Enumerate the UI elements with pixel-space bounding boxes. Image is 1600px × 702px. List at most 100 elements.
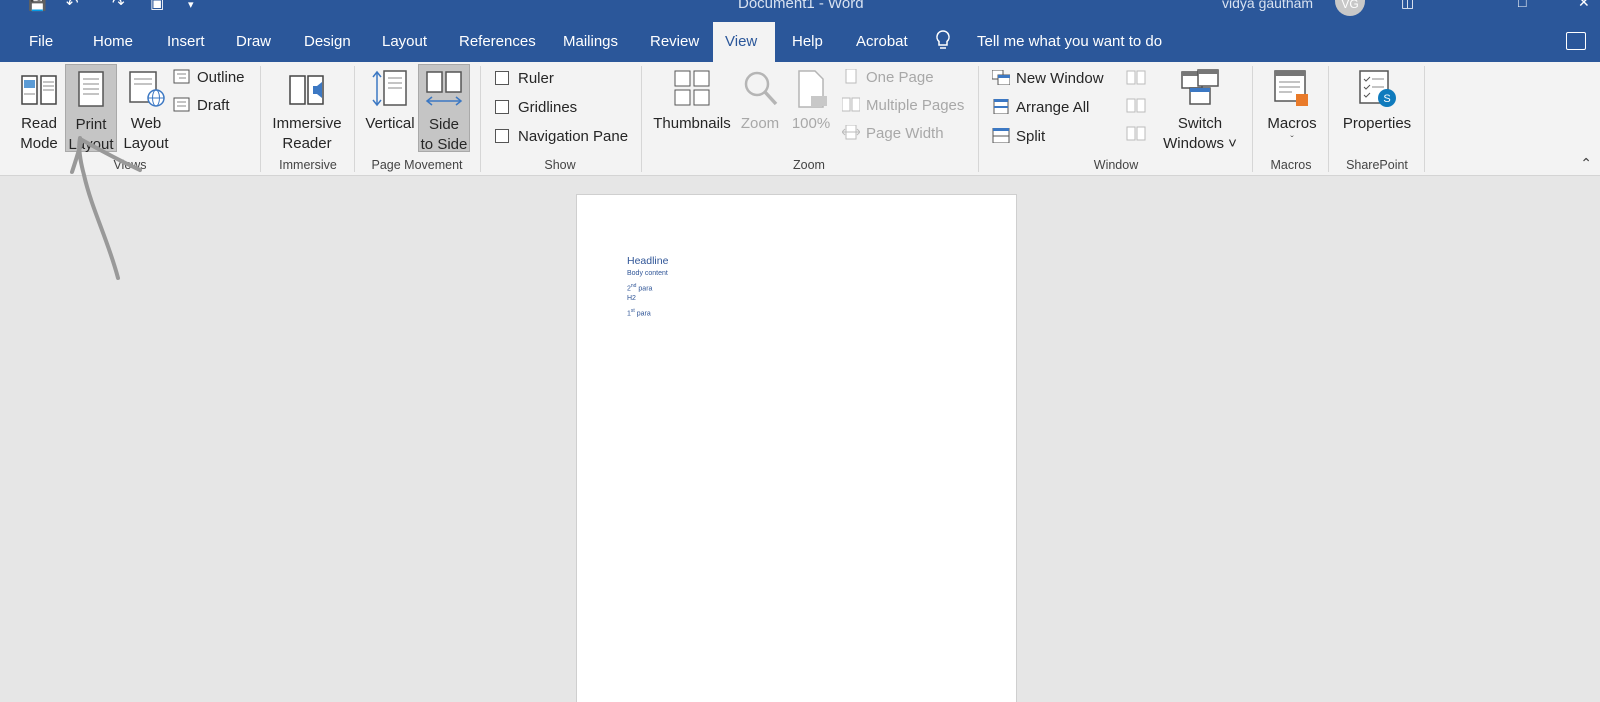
draft-label: Draft (197, 97, 230, 114)
tab-review[interactable]: Review (638, 22, 711, 62)
doc-headline[interactable]: Headline (627, 255, 668, 267)
redo-icon[interactable]: ↷ (112, 0, 125, 12)
immersive-reader-button[interactable]: Immersive Reader (270, 64, 344, 154)
ribbon-display-options-icon[interactable]: ◫ (1401, 0, 1414, 11)
tell-me-search[interactable]: Tell me what you want to do (977, 22, 1162, 62)
page-width-button[interactable]: Page Width (841, 123, 944, 145)
split-button[interactable]: Split (992, 126, 1045, 148)
one-page-button[interactable]: One Page (842, 67, 934, 89)
svg-text:S: S (1383, 93, 1390, 105)
gridlines-check[interactable] (495, 100, 509, 114)
tab-references[interactable]: References (447, 22, 548, 62)
tab-acrobat[interactable]: Acrobat (844, 22, 920, 62)
properties-button[interactable]: S Properties (1334, 64, 1420, 134)
thumbnails-button[interactable]: Thumbnails (652, 64, 732, 134)
tab-layout[interactable]: Layout (370, 22, 439, 62)
web-layout-label: Web (130, 115, 162, 132)
comments-icon[interactable] (1566, 32, 1586, 50)
outline-button[interactable]: Outline (173, 67, 245, 89)
tab-mailings[interactable]: Mailings (551, 22, 630, 62)
split-label: Split (1016, 128, 1046, 145)
view-side-by-side-icon[interactable] (1126, 70, 1146, 91)
web-page-icon (126, 68, 166, 110)
print-preview-icon[interactable]: ▣ (150, 0, 164, 12)
zoom-100-button[interactable]: 100% (788, 64, 834, 134)
macros-button[interactable]: Macros ˇ (1260, 64, 1324, 148)
avatar[interactable]: VG (1335, 0, 1365, 16)
print-layout-button[interactable]: Print Layout (65, 64, 117, 153)
undo-icon[interactable]: ↶ (66, 0, 79, 12)
title-bar: 💾 ↶ ↷ ▣ ▾ Document1 - Word vidya gautham… (0, 0, 1600, 22)
tab-insert[interactable]: Insert (155, 22, 217, 62)
one-page-label: One Page (866, 69, 934, 86)
save-icon[interactable]: 💾 (28, 0, 47, 12)
group-label-zoom: Zoom (793, 158, 825, 172)
doc-h2[interactable]: H2 (627, 295, 636, 302)
page-width-icon (841, 124, 861, 140)
document-page[interactable]: Headline Body content 2nd para H2 1st pa… (576, 194, 1017, 702)
draft-button[interactable]: Draft (173, 95, 230, 117)
zoom-label: Zoom (740, 115, 780, 132)
page-icon (71, 69, 111, 111)
group-separator (1328, 66, 1329, 172)
web-layout-label-2: Layout (123, 135, 169, 152)
vertical-scroll-icon (370, 68, 410, 110)
multiple-pages-label: Multiple Pages (866, 97, 965, 114)
doc-first-para[interactable]: 1st para (627, 308, 651, 317)
multiple-pages-button[interactable]: Multiple Pages (841, 95, 965, 117)
group-label-show: Show (544, 158, 576, 172)
new-window-button[interactable]: New Window (991, 68, 1104, 90)
navigation-pane-check[interactable] (495, 129, 509, 143)
macros-label: Macros (1267, 115, 1317, 132)
ruler-checkbox[interactable]: Ruler (495, 68, 554, 90)
web-layout-button[interactable]: Web Layout (120, 64, 172, 154)
side-to-side-label-2: to Side (420, 136, 468, 153)
print-layout-label: Print (75, 116, 107, 133)
zoom-button[interactable]: Zoom (736, 64, 784, 134)
properties-icon: S (1357, 68, 1397, 110)
tab-file[interactable]: File (17, 22, 65, 62)
ribbon-view: Read Mode Print Layout Web Layout Outlin… (0, 62, 1600, 176)
tab-design[interactable]: Design (292, 22, 363, 62)
switch-windows-button[interactable]: Switch Windows ˅ (1160, 64, 1240, 154)
book-icon (19, 68, 59, 110)
navigation-pane-checkbox[interactable]: Navigation Pane (495, 126, 628, 148)
group-separator (354, 66, 355, 172)
tab-help[interactable]: Help (780, 22, 835, 62)
arrange-all-label: Arrange All (1016, 99, 1090, 116)
synchronous-scrolling-icon[interactable] (1126, 98, 1146, 119)
close-icon[interactable]: ✕ (1578, 0, 1590, 11)
group-label-page-movement: Page Movement (371, 158, 463, 172)
tab-view[interactable]: View (713, 22, 775, 62)
immersive-reader-icon (287, 68, 327, 110)
user-name[interactable]: vidya gautham (1222, 0, 1313, 11)
read-mode-button[interactable]: Read Mode (14, 64, 64, 154)
read-mode-label: Read (21, 115, 57, 132)
gridlines-checkbox[interactable]: Gridlines (495, 97, 577, 119)
tab-draw[interactable]: Draw (224, 22, 283, 62)
vertical-button[interactable]: Vertical (364, 64, 416, 134)
maximize-icon[interactable]: □ (1518, 0, 1526, 10)
ribbon-tab-bar: File Home Insert Draw Design Layout Refe… (0, 22, 1600, 62)
group-label-window: Window (1093, 158, 1139, 172)
new-window-label: New Window (1016, 70, 1104, 87)
macros-dropdown-icon: ˇ (1290, 135, 1294, 146)
navigation-pane-label: Navigation Pane (518, 128, 629, 145)
collapse-ribbon-icon[interactable]: ⌃ (1580, 155, 1592, 172)
reset-window-position-icon[interactable] (1126, 126, 1146, 147)
doc-second-para[interactable]: 2nd para (627, 283, 652, 292)
arrange-all-button[interactable]: Arrange All (992, 97, 1089, 119)
customize-quick-access-icon[interactable]: ▾ (188, 0, 194, 11)
immersive-reader-label-2: Reader (282, 135, 332, 152)
group-separator (641, 66, 642, 172)
group-label-macros: Macros (1270, 158, 1312, 172)
page-width-label: Page Width (866, 125, 944, 142)
vertical-label: Vertical (365, 115, 415, 132)
ruler-check[interactable] (495, 71, 509, 85)
doc-body-content[interactable]: Body content (627, 270, 668, 277)
side-to-side-label: Side (428, 116, 460, 133)
tab-home[interactable]: Home (81, 22, 145, 62)
multiple-pages-icon (841, 97, 861, 112)
side-to-side-button[interactable]: Side to Side (418, 64, 470, 153)
read-mode-label-2: Mode (20, 135, 58, 152)
